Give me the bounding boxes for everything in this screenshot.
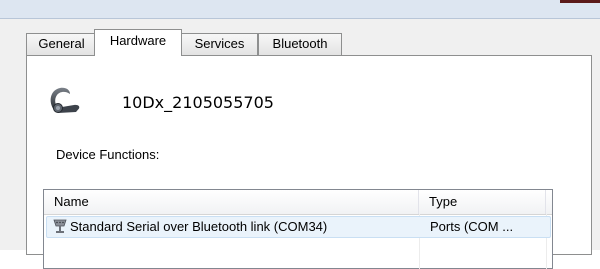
column-header-type[interactable]: Type	[419, 190, 546, 214]
device-name: 10Dx_2105055705	[122, 93, 274, 112]
tab-services[interactable]: Services	[181, 33, 258, 55]
tab-bluetooth-label: Bluetooth	[272, 36, 328, 51]
tab-services-label: Services	[194, 36, 245, 51]
column-header-name-label: Name	[54, 194, 89, 209]
title-bar-accent	[560, 0, 600, 3]
table-row[interactable]: Standard Serial over Bluetooth link (COM…	[44, 215, 552, 238]
column-header-name[interactable]: Name	[44, 190, 419, 214]
properties-dialog: General Hardware Services Bluetooth 10Dx…	[0, 19, 600, 269]
device-functions-label: Device Functions:	[56, 147, 160, 162]
serial-port-icon	[52, 218, 68, 234]
bluetooth-headset-icon	[46, 84, 82, 114]
column-header-type-label: Type	[429, 194, 458, 209]
tab-general[interactable]: General	[26, 33, 97, 55]
window-title-strip	[0, 0, 600, 19]
row-type-cell: Ports (COM ...	[430, 219, 514, 234]
list-header: Name Type	[44, 190, 552, 215]
tab-hardware[interactable]: Hardware	[94, 29, 182, 56]
tab-hardware-label: Hardware	[109, 33, 167, 48]
device-functions-list[interactable]: Name Type Standard Serial over Bluetooth…	[43, 189, 553, 269]
row-name-cell: Standard Serial over Bluetooth link (COM…	[70, 219, 328, 234]
tab-general-label: General	[38, 36, 85, 51]
tab-bluetooth[interactable]: Bluetooth	[258, 33, 342, 55]
